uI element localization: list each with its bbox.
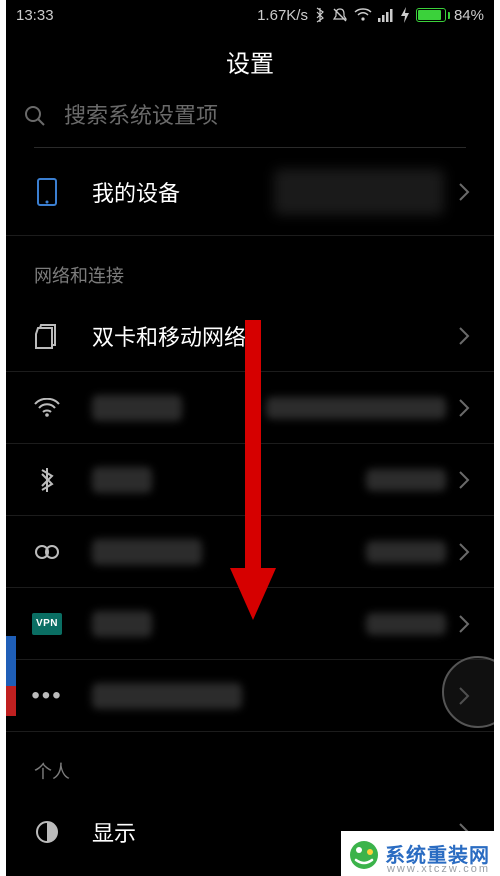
page-title: 设置 (6, 30, 494, 93)
bluetooth-icon (314, 7, 326, 23)
row-hotspot[interactable] (6, 516, 494, 588)
dnd-icon (332, 7, 348, 23)
row-value-redacted (366, 469, 446, 491)
row-label-redacted (92, 539, 202, 565)
row-value-redacted (366, 613, 446, 635)
sim-icon (30, 323, 64, 349)
row-bluetooth[interactable] (6, 444, 494, 516)
search-icon (24, 105, 46, 127)
signal-icon (378, 8, 394, 22)
section-header-network: 网络和连接 (6, 236, 494, 300)
device-model-redacted (274, 169, 444, 215)
row-my-device[interactable]: 我的设备 (6, 148, 494, 236)
phone-icon (30, 177, 64, 207)
chevron-right-icon (458, 182, 470, 202)
chevron-right-icon (458, 614, 470, 634)
status-net-speed: 1.67K/s (257, 7, 308, 24)
search-bar[interactable] (6, 93, 494, 147)
battery-percent: 84% (454, 7, 484, 24)
row-value-redacted (266, 397, 446, 419)
bluetooth-icon (30, 467, 64, 493)
row-more[interactable]: ••• (6, 660, 494, 732)
search-input[interactable] (64, 103, 476, 129)
wifi-icon (30, 398, 64, 418)
battery-icon: 84% (416, 7, 484, 24)
row-wlan[interactable] (6, 372, 494, 444)
watermark-sub: www.xtczw.com (387, 863, 490, 875)
status-bar: 13:33 1.67K/s (6, 0, 494, 30)
row-label-redacted (92, 467, 152, 493)
row-label-redacted (92, 395, 182, 421)
chevron-right-icon (458, 542, 470, 562)
wifi-icon (354, 8, 372, 22)
hotspot-icon (30, 544, 64, 560)
row-vpn[interactable]: VPN (6, 588, 494, 660)
row-label: 显示 (92, 816, 136, 848)
watermark-logo-icon (347, 838, 381, 872)
charging-icon (400, 7, 410, 23)
phone-screen: 13:33 1.67K/s (6, 0, 494, 876)
more-icon: ••• (30, 682, 64, 710)
section-header-personal: 个人 (6, 732, 494, 796)
row-value-redacted (366, 541, 446, 563)
edge-marker-red (6, 686, 16, 716)
row-label-redacted (92, 611, 152, 637)
brightness-icon (30, 820, 64, 844)
chevron-right-icon (458, 470, 470, 490)
status-time: 13:33 (16, 7, 54, 24)
edge-marker-blue (6, 636, 16, 686)
chevron-right-icon (458, 398, 470, 418)
row-label: 我的设备 (92, 176, 180, 208)
vpn-icon: VPN (30, 613, 64, 635)
row-label: 双卡和移动网络 (92, 320, 246, 352)
watermark: 系统重装网 www.xtczw.com (341, 831, 500, 876)
chevron-right-icon (458, 326, 470, 346)
row-label-redacted (92, 683, 242, 709)
row-sim-network[interactable]: 双卡和移动网络 (6, 300, 494, 372)
